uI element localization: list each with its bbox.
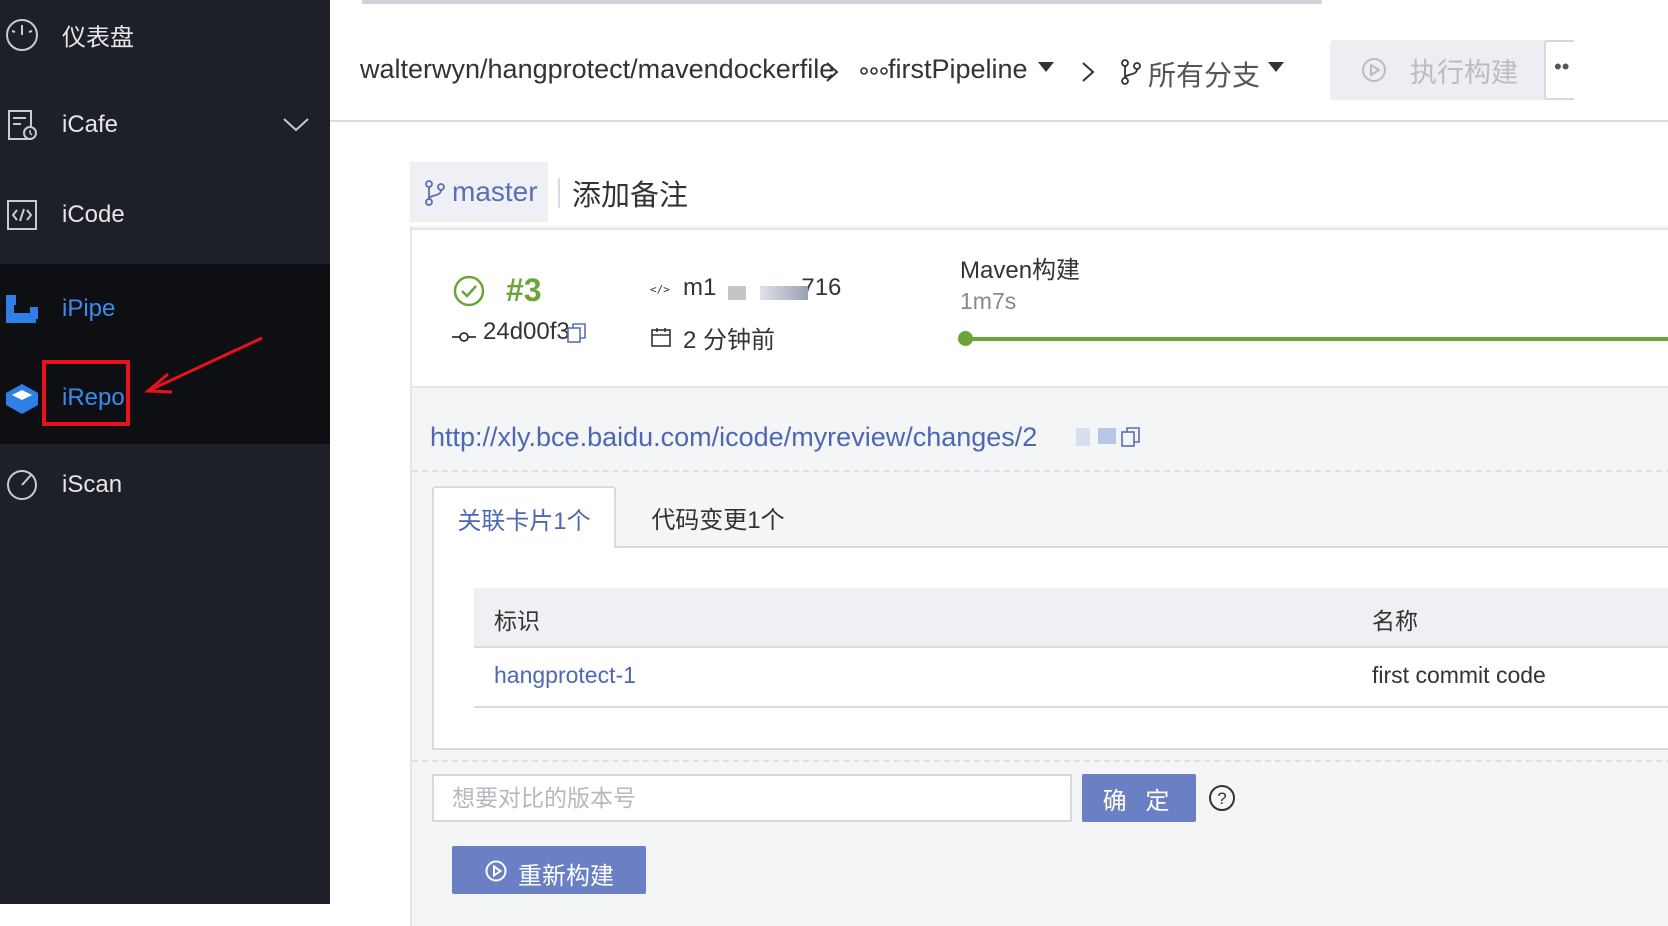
tab-linked-cards[interactable]: 关联卡片1个	[432, 486, 616, 548]
compare-version-input[interactable]	[432, 774, 1072, 822]
chevron-down-icon[interactable]	[282, 116, 310, 134]
calendar-icon	[651, 328, 671, 347]
code-icon	[7, 200, 37, 230]
build-time: 2 分钟前	[683, 327, 776, 354]
sidebar-item-label: 仪表盘	[62, 24, 134, 52]
help-icon[interactable]: ?	[1208, 784, 1236, 812]
stage-progress-bar	[966, 337, 1668, 341]
committer-prefix: m1	[683, 274, 717, 301]
caret-down-icon[interactable]	[1038, 62, 1054, 72]
copy-icon[interactable]	[566, 322, 588, 344]
iscan-icon	[7, 470, 37, 500]
tab-code-changes[interactable]: 代码变更1个	[626, 486, 810, 548]
branch-icon	[425, 180, 445, 206]
branch-tag: master	[410, 162, 548, 222]
confirm-button[interactable]: 确 定	[1082, 774, 1196, 822]
rebuild-label: 重新构建	[518, 863, 614, 890]
svg-text:?: ?	[1217, 789, 1226, 808]
run-build-label: 执行构建	[1410, 57, 1518, 88]
chevron-right-icon	[1082, 62, 1095, 82]
pipeline-icon	[860, 67, 888, 75]
sidebar-item-dashboard[interactable]: 仪表盘	[0, 0, 330, 80]
stage-progress-dot	[958, 331, 973, 346]
sidebar-item-iscan[interactable]: iScan	[0, 440, 330, 530]
svg-text:</>: </>	[650, 283, 670, 296]
sidebar-item-label: iPipe	[62, 295, 116, 322]
review-url-link[interactable]: http://xly.bce.baidu.com/icode/myreview/…	[430, 422, 1037, 453]
play-icon	[1362, 58, 1386, 82]
more-options-button[interactable]: ••	[1544, 40, 1574, 100]
breadcrumb-pipeline[interactable]: firstPipeline	[888, 54, 1028, 85]
divider	[558, 178, 560, 208]
breadcrumb-repo-path[interactable]: walterwyn/hangprotect/mavendockerfile	[360, 54, 834, 85]
stage-name[interactable]: Maven构建	[960, 250, 1080, 285]
column-header-name: 名称	[1372, 608, 1418, 634]
chevron-right-icon	[826, 62, 839, 82]
redaction-mark	[1076, 428, 1090, 446]
redaction-mark	[760, 286, 808, 300]
redaction-mark	[728, 286, 746, 300]
branch-icon	[1121, 59, 1141, 85]
rebuild-button[interactable]: 重新构建	[452, 846, 646, 894]
table-header: 标识 名称	[474, 588, 1668, 648]
stage-duration: 1m7s	[960, 288, 1017, 314]
sidebar-item-label: iCafe	[62, 111, 119, 138]
annotation-arrow-icon	[144, 336, 263, 394]
icafe-icon	[8, 110, 37, 140]
dashed-divider	[412, 760, 1668, 762]
sidebar: 仪表盘 iCafe iCode iPipe iRepo iScan	[0, 0, 330, 904]
page-header: walterwyn/hangprotect/mavendockerfile fi…	[330, 0, 1668, 122]
column-header-id: 标识	[494, 608, 540, 634]
add-note-link[interactable]: 添加备注	[572, 172, 688, 214]
copy-icon[interactable]	[1120, 426, 1142, 448]
sidebar-item-label: iCode	[62, 201, 125, 228]
success-check-icon	[453, 275, 485, 307]
annotation-highlight-box	[42, 360, 130, 426]
dashboard-icon	[6, 19, 38, 51]
card-name: first commit code	[1372, 662, 1546, 688]
run-build-button[interactable]: 执行构建	[1330, 40, 1552, 100]
irepo-icon	[6, 384, 38, 414]
sidebar-item-icode[interactable]: iCode	[0, 170, 330, 260]
table-row: hangprotect-1 first commit code	[474, 648, 1668, 708]
redaction-mark	[1098, 428, 1116, 444]
caret-down-icon[interactable]	[1268, 62, 1284, 72]
commit-icon	[452, 332, 476, 342]
code-icon: </>	[650, 283, 670, 296]
replay-icon	[485, 860, 507, 882]
build-number[interactable]: #3	[506, 272, 542, 309]
branch-tag-label: master	[452, 176, 538, 207]
card-id-link[interactable]: hangprotect-1	[494, 662, 636, 689]
sidebar-item-label: iScan	[62, 471, 123, 498]
dashed-divider	[412, 470, 1668, 472]
branch-filter[interactable]: 所有分支	[1148, 54, 1260, 94]
ipipe-icon	[6, 295, 38, 323]
sidebar-item-icafe[interactable]: iCafe	[0, 80, 330, 170]
commit-hash: 24d00f3	[483, 318, 570, 345]
